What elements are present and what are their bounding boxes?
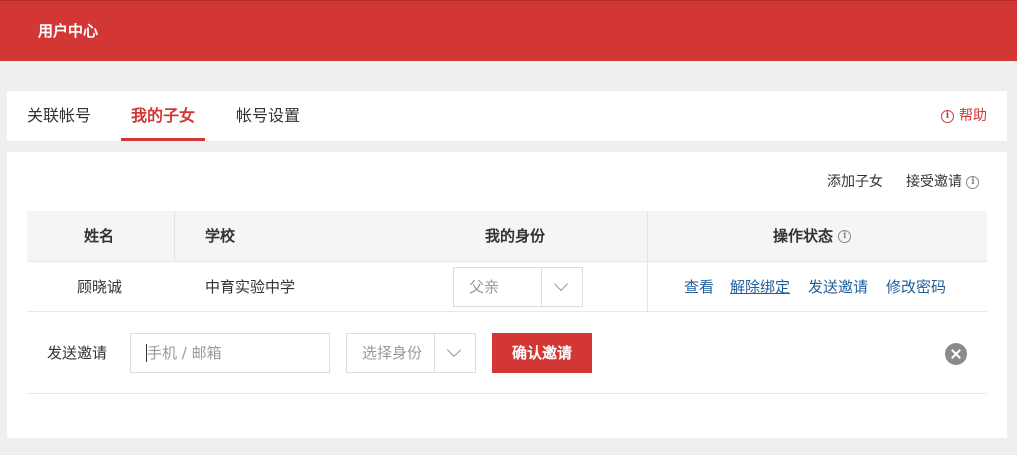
header-actions: 操作状态 i bbox=[773, 211, 852, 262]
accept-invite-label: 接受邀请 bbox=[906, 174, 962, 190]
top-header: 用户中心 bbox=[0, 0, 1017, 61]
identity-select[interactable]: 父亲 bbox=[453, 267, 583, 307]
chevron-down-icon bbox=[446, 342, 462, 358]
cell-school: 中育实验中学 bbox=[205, 278, 296, 296]
confirm-invite-button[interactable]: 确认邀请 bbox=[492, 333, 592, 373]
tab-label: 关联帐号 bbox=[27, 106, 92, 125]
info-circle-icon: i bbox=[941, 109, 954, 123]
close-icon[interactable] bbox=[945, 343, 967, 365]
unbind-link[interactable]: 解除绑定 bbox=[730, 262, 790, 312]
header-name: 姓名 bbox=[84, 227, 115, 245]
send-invite-link[interactable]: 发送邀请 bbox=[808, 262, 868, 312]
header-identity: 我的身份 bbox=[485, 227, 546, 245]
tab-label: 帐号设置 bbox=[236, 106, 301, 125]
invite-label: 发送邀请 bbox=[47, 344, 108, 362]
table-header: 姓名 学校 我的身份 操作状态 i bbox=[27, 211, 987, 262]
tab-label: 我的子女 bbox=[131, 106, 196, 125]
tab-account-settings[interactable]: 帐号设置 bbox=[236, 91, 300, 141]
column-divider bbox=[174, 211, 175, 262]
chevron-down-icon bbox=[553, 276, 569, 292]
header-actions-label: 操作状态 bbox=[773, 227, 834, 245]
phone-email-input[interactable]: 手机 / 邮箱 bbox=[130, 333, 330, 373]
header-school: 学校 bbox=[205, 227, 236, 245]
info-icon[interactable]: i bbox=[838, 230, 852, 243]
help-link[interactable]: i 帮助 bbox=[941, 91, 987, 141]
invite-identity-placeholder: 选择身份 bbox=[362, 344, 423, 362]
help-label: 帮助 bbox=[959, 108, 987, 124]
input-placeholder: 手机 / 邮箱 bbox=[147, 344, 222, 362]
tab-bar: 关联帐号 我的子女 帐号设置 i 帮助 bbox=[7, 91, 1007, 141]
invite-form: 发送邀请 手机 / 邮箱 选择身份 确认邀请 bbox=[27, 313, 987, 394]
change-password-link[interactable]: 修改密码 bbox=[886, 262, 946, 312]
cell-name: 顾晓诚 bbox=[77, 278, 123, 296]
tab-linked-accounts[interactable]: 关联帐号 bbox=[27, 91, 91, 141]
app-title: 用户中心 bbox=[38, 22, 99, 40]
table-row: 顾晓诚 中育实验中学 父亲 查看 解除绑定 发送邀请 修改密码 bbox=[27, 262, 987, 312]
view-link[interactable]: 查看 bbox=[684, 262, 714, 312]
info-icon[interactable]: i bbox=[966, 175, 980, 189]
tab-my-children[interactable]: 我的子女 bbox=[121, 91, 206, 141]
invite-identity-select[interactable]: 选择身份 bbox=[346, 333, 476, 373]
identity-select-value: 父亲 bbox=[469, 278, 500, 296]
children-panel: 添加子女 接受邀请 i 姓名 学校 我的身份 操作状态 i 顾晓诚 中育实验中学… bbox=[7, 152, 1007, 438]
dropdown-toggle[interactable] bbox=[541, 268, 582, 306]
accept-invite-button[interactable]: 接受邀请 i bbox=[906, 172, 980, 192]
dropdown-toggle[interactable] bbox=[434, 334, 475, 372]
add-child-button[interactable]: 添加子女 bbox=[827, 172, 883, 192]
active-tab-indicator bbox=[121, 138, 206, 141]
